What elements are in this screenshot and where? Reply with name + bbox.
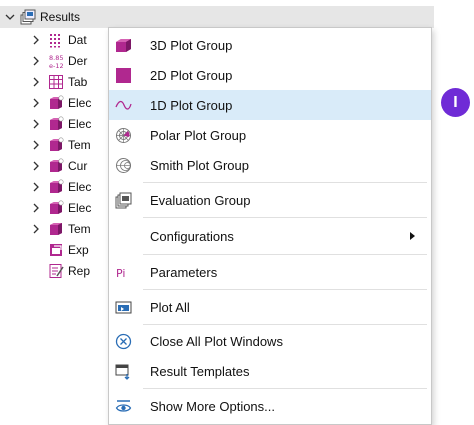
parameters-icon-text: Pi [116,267,125,280]
menu-item-label: Polar Plot Group [150,127,247,143]
menu-item-label: Result Templates [150,363,250,379]
tree-node-label: Results [40,10,81,24]
menu-item-show-more-options[interactable]: Show More Options... [109,391,431,421]
tree-node-plot-group[interactable]: Elec [30,198,91,218]
menu-item-label: Show More Options... [150,398,275,414]
smith-plot-group-icon [115,157,132,174]
polar-plot-group-icon [115,127,132,144]
menu-item-label: 1D Plot Group [150,97,233,113]
submenu-arrow-icon [410,232,415,240]
menu-separator [143,182,427,183]
menu-item-label: Configurations [150,228,234,244]
menu-item-label: Parameters [150,264,218,280]
1d-plot-group-icon [115,97,132,114]
menu-separator [143,388,427,389]
tree-node-label: Dat [68,33,87,47]
chevron-right-icon[interactable] [30,181,42,193]
menu-item-smith-plot-group[interactable]: Smith Plot Group [109,150,431,180]
tree-node-export[interactable]: Exp [42,240,89,260]
tree-node-label: Tab [68,75,88,89]
menu-item-2d-plot-group[interactable]: 2D Plot Group [109,60,431,90]
plot-group-icon [48,116,64,132]
tree-node-plot-group[interactable]: Elec [30,114,91,134]
tree-node-plot-group[interactable]: Elec [30,177,91,197]
menu-item-3d-plot-group[interactable]: 3D Plot Group [109,30,431,60]
reports-icon [48,263,64,279]
menu-item-evaluation-group[interactable]: Evaluation Group [109,185,431,215]
tree-node-label: Der [68,54,88,68]
menu-item-label: Plot All [150,299,190,315]
show-more-options-icon [115,398,132,415]
plot-group-icon [48,158,64,174]
result-templates-icon [115,363,132,380]
parameters-icon: Pi [115,264,132,281]
tree-node-plot-group[interactable]: Cur [30,156,87,176]
derived-values-icon-bottom-text: e-12 [49,62,64,69]
chevron-down-icon[interactable] [4,11,16,23]
tree-node-label: Exp [68,243,89,257]
menu-item-1d-plot-group[interactable]: 1D Plot Group [109,90,431,120]
plot-all-icon [115,299,132,316]
tree-node-label: Elec [68,180,92,194]
plot-group-icon [48,179,64,195]
chevron-right-icon[interactable] [30,118,42,130]
step-marker-badge: I [441,88,470,117]
close-all-icon [115,333,132,350]
context-menu: 3D Plot Group 2D Plot Group 1D Plot Grou… [108,27,432,425]
chevron-right-icon[interactable] [30,139,42,151]
tree-node-derived-values[interactable]: 8.85 e-12 Der [30,51,87,71]
evaluation-group-icon [115,192,132,209]
menu-item-close-all-plot-windows[interactable]: Close All Plot Windows [109,326,431,356]
plot-group-icon [48,221,64,237]
table-icon [48,74,64,90]
tree-node-label: Cur [68,159,88,173]
tree-node-label: Rep [68,264,91,278]
tree-node-label: Tem [68,138,91,152]
tree-node-datasets[interactable]: Dat [30,30,87,50]
tree-node-plot-group[interactable]: Elec [30,93,91,113]
datasets-icon [48,32,64,48]
derived-values-icon: 8.85 e-12 [48,53,64,70]
tree-node-plot-group[interactable]: Tem [30,135,91,155]
plot-group-icon [48,200,64,216]
chevron-right-icon[interactable] [30,223,42,235]
menu-item-label: Evaluation Group [150,192,251,208]
chevron-right-icon[interactable] [30,160,42,172]
menu-item-configurations[interactable]: Configurations [109,221,431,251]
tree-node-plot-group[interactable]: Tem [30,219,91,239]
menu-separator [143,289,427,290]
tree-node-label: Elec [68,201,92,215]
tree-node-reports[interactable]: Rep [42,261,90,281]
menu-separator [143,324,427,325]
menu-item-result-templates[interactable]: Result Templates [109,356,431,386]
3d-plot-group-icon [115,37,132,54]
plot-group-icon [48,137,64,153]
menu-item-label: Smith Plot Group [150,157,249,173]
tree-node-label: Elec [68,96,92,110]
menu-separator [143,254,427,255]
export-icon [48,242,64,258]
tree-node-tables[interactable]: Tab [30,72,87,92]
chevron-right-icon[interactable] [30,55,42,67]
tree-node-results[interactable]: Results [4,7,80,27]
tree-node-label: Tem [68,222,91,236]
2d-plot-group-icon [115,67,132,84]
chevron-right-icon[interactable] [30,202,42,214]
tree-node-label: Elec [68,117,92,131]
plot-group-icon [48,95,64,111]
menu-item-parameters[interactable]: Pi Parameters [109,257,431,287]
chevron-right-icon[interactable] [30,34,42,46]
menu-item-label: Close All Plot Windows [150,333,283,349]
menu-item-polar-plot-group[interactable]: Polar Plot Group [109,120,431,150]
chevron-right-icon[interactable] [30,97,42,109]
menu-separator [143,217,427,218]
results-icon [20,9,36,25]
chevron-right-icon[interactable] [30,76,42,88]
menu-item-label: 2D Plot Group [150,67,233,83]
menu-item-plot-all[interactable]: Plot All [109,292,431,322]
menu-item-label: 3D Plot Group [150,37,233,53]
derived-values-icon-top-text: 8.85 [49,54,63,62]
